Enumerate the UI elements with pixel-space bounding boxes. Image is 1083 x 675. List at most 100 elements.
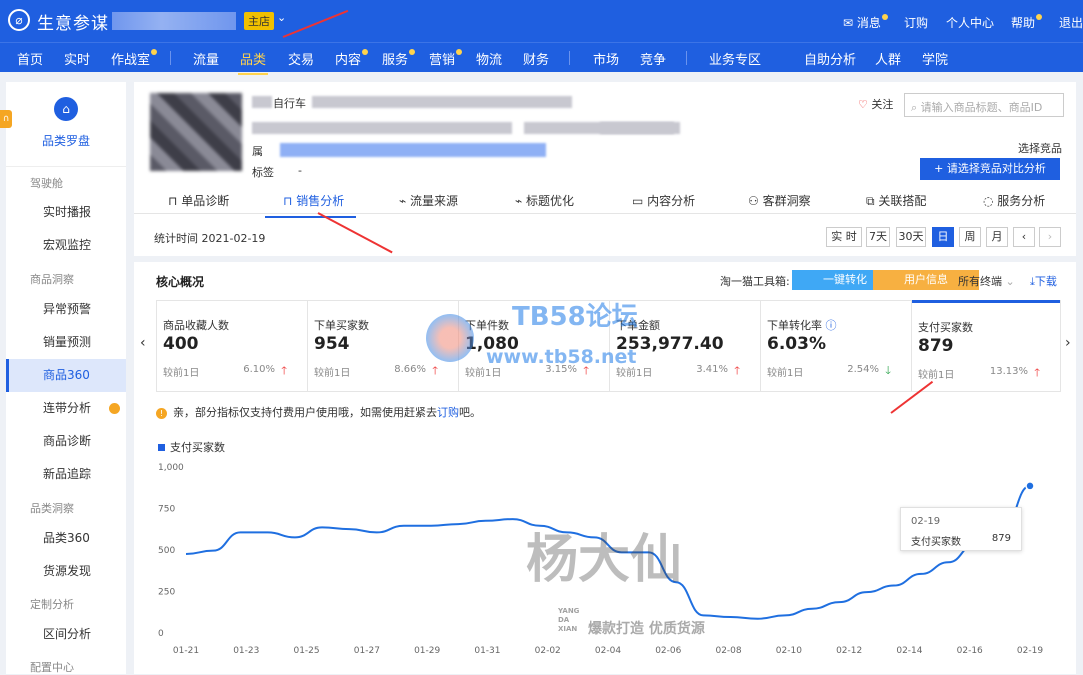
kpi-next-arrow[interactable]: › xyxy=(1065,335,1071,351)
kpi-prev-arrow[interactable]: ‹ xyxy=(140,335,146,351)
kpi-card-selected[interactable]: 支付买家数 879 较前1日 13.13% 🡑 xyxy=(912,300,1060,390)
tab-traffic-source[interactable]: ⌁ 流量来源 xyxy=(399,192,458,209)
blurred-text xyxy=(252,96,272,108)
tab-content-analysis[interactable]: ▭ 内容分析 xyxy=(632,192,695,209)
up-arrow-icon: 🡑 xyxy=(432,364,438,377)
nav-service[interactable]: 服务 xyxy=(382,49,416,68)
tag-value: - xyxy=(298,164,302,177)
x-tick-label: 02-19 xyxy=(1017,646,1043,656)
nav-academy[interactable]: 学院 xyxy=(922,49,948,68)
attribute-links-blurred[interactable] xyxy=(280,143,546,157)
tab-related-match[interactable]: ⧉ 关联搭配 xyxy=(866,192,926,209)
x-tick-label: 01-31 xyxy=(474,646,500,656)
sidebar-item-source-discovery[interactable]: 货源发现 xyxy=(6,555,126,588)
watermark-signature-small: YANG DA XIAN xyxy=(558,607,580,633)
nav-trade[interactable]: 交易 xyxy=(288,49,314,68)
nav-divider xyxy=(170,51,171,65)
brand-title: 生意参谋 xyxy=(37,14,109,34)
terminal-select[interactable]: 所有终端 ⌄ xyxy=(958,273,1015,289)
time-month-button[interactable]: 月 xyxy=(986,227,1008,247)
x-tick-label: 02-08 xyxy=(715,646,741,656)
product-image xyxy=(150,93,242,171)
logout-link[interactable]: 退出 xyxy=(1059,14,1083,31)
nav-category[interactable]: 品类 xyxy=(237,49,269,75)
sidebar-item-range-analysis[interactable]: 区间分析 xyxy=(6,618,126,651)
new-badge-dot xyxy=(109,403,120,414)
nav-war-room[interactable]: 作战室 xyxy=(111,49,158,68)
kpi-card[interactable]: 下单转化率 ⓘ 6.03% 较前1日 2.54% 🡓 xyxy=(761,301,912,391)
nav-competition[interactable]: 竞争 xyxy=(640,49,666,68)
nav-business-zone[interactable]: 业务专区 xyxy=(709,49,761,68)
tab-title-optimize[interactable]: ⌁ 标题优化 xyxy=(515,192,574,209)
sidebar-collapse-tag[interactable]: ∩ xyxy=(0,110,12,128)
nav-marketing[interactable]: 营销 xyxy=(429,49,463,68)
sidebar-item-product360[interactable]: 商品360 xyxy=(6,359,126,392)
x-tick-label: 01-29 xyxy=(414,646,440,656)
tab-customer-insight[interactable]: ⚇ 客群洞察 xyxy=(748,192,811,209)
time-week-button[interactable]: 周 xyxy=(959,227,981,247)
x-tick-label: 02-16 xyxy=(957,646,983,656)
main-nav: 首页 实时 作战室 流量 品类 交易 内容 服务 营销 物流 财务 市场 竞争 … xyxy=(0,42,1083,75)
time-30d-button[interactable]: 30天 xyxy=(896,227,926,247)
nav-self-analysis[interactable]: 自助分析 xyxy=(804,49,856,68)
search-icon: ⌕ xyxy=(911,101,918,114)
next-date-button[interactable]: › xyxy=(1039,227,1061,247)
top-bar: ⌀ 生意参谋 主店 ⌄ ✉ 消息 订购 个人中心 帮助 退出 xyxy=(0,0,1083,42)
chevron-down-icon[interactable]: ⌄ xyxy=(277,11,286,24)
help-link[interactable]: 帮助 xyxy=(1011,14,1043,31)
bag-icon: ⌂ xyxy=(54,97,78,121)
mail-icon: ✉ xyxy=(843,16,854,30)
messages-link[interactable]: ✉ 消息 xyxy=(843,14,888,31)
compare-label: 选择竞品 xyxy=(1018,142,1062,155)
up-arrow-icon: 🡑 xyxy=(1034,366,1040,379)
sidebar-item-realtime-broadcast[interactable]: 实时播报 xyxy=(6,196,126,229)
sidebar-item-product-diagnosis[interactable]: 商品诊断 xyxy=(6,425,126,458)
subscribe-link[interactable]: 订购 xyxy=(904,14,928,31)
x-tick-label: 02-02 xyxy=(535,646,561,656)
nav-content[interactable]: 内容 xyxy=(335,49,369,68)
sidebar: ⌂ 品类罗盘 驾驶舱 实时播报 宏观监控 商品洞察 异常预警 销量预测 商品36… xyxy=(6,82,126,674)
search-input[interactable]: ⌕ 请输入商品标题、商品ID xyxy=(904,93,1064,117)
sidebar-item-new-product-tracking[interactable]: 新品追踪 xyxy=(6,458,126,491)
subscribe-link[interactable]: 订购 xyxy=(437,406,459,419)
warning-icon: ! xyxy=(156,408,167,419)
data-point-02-19 xyxy=(1025,481,1035,491)
tab-service-analysis[interactable]: ◌ 服务分析 xyxy=(983,192,1045,209)
sidebar-item-sales-forecast[interactable]: 销量预测 xyxy=(6,326,126,359)
add-competitor-button[interactable]: + 请选择竞品对比分析 xyxy=(920,158,1060,180)
x-tick-label: 01-27 xyxy=(354,646,380,656)
stat-date: 统计时间 2021-02-19 xyxy=(154,232,266,245)
follow-button[interactable]: ♡ 关注 xyxy=(858,96,893,112)
y-tick-label: 750 xyxy=(158,505,175,515)
nav-realtime[interactable]: 实时 xyxy=(64,49,90,68)
user-center-link[interactable]: 个人中心 xyxy=(946,14,994,31)
nav-logistics[interactable]: 物流 xyxy=(476,49,502,68)
sidebar-item-bundle-analysis[interactable]: 连带分析 xyxy=(6,392,126,425)
watermark-tb58: TB58论坛 xyxy=(512,302,638,332)
chart-legend[interactable]: 支付买家数 xyxy=(158,439,225,455)
heart-icon: ♡ xyxy=(858,98,868,111)
x-tick-label: 02-04 xyxy=(595,646,621,656)
time-7d-button[interactable]: 7天 xyxy=(866,227,890,247)
nav-divider xyxy=(569,51,570,65)
tab-sales-analysis[interactable]: ⊓ 销售分析 xyxy=(264,192,357,218)
nav-home[interactable]: 首页 xyxy=(17,49,43,68)
watermark-signature: 杨大仙 xyxy=(526,529,683,590)
kpi-card[interactable]: 商品收藏人数 400 较前1日 6.10% 🡑 xyxy=(157,301,308,391)
up-arrow-icon: 🡑 xyxy=(281,364,287,377)
nav-crowd[interactable]: 人群 xyxy=(875,49,901,68)
nav-traffic[interactable]: 流量 xyxy=(193,49,219,68)
prev-date-button[interactable]: ‹ xyxy=(1013,227,1035,247)
download-link[interactable]: ⤓下载 xyxy=(1030,273,1057,289)
nav-finance[interactable]: 财务 xyxy=(523,49,549,68)
sidebar-section-label: 商品洞察 xyxy=(30,273,74,286)
nav-market[interactable]: 市场 xyxy=(593,49,619,68)
sidebar-section-label: 配置中心 xyxy=(30,661,74,674)
sidebar-item-macro-monitor[interactable]: 宏观监控 xyxy=(6,229,126,262)
time-day-button[interactable]: 日 xyxy=(932,227,954,247)
sidebar-item-category360[interactable]: 品类360 xyxy=(6,522,126,555)
y-tick-label: 1,000 xyxy=(158,463,184,473)
time-realtime-button[interactable]: 实 时 xyxy=(826,227,862,247)
sidebar-item-anomaly-alert[interactable]: 异常预警 xyxy=(6,293,126,326)
tab-single-diagnosis[interactable]: ⊓ 单品诊断 xyxy=(168,192,229,209)
